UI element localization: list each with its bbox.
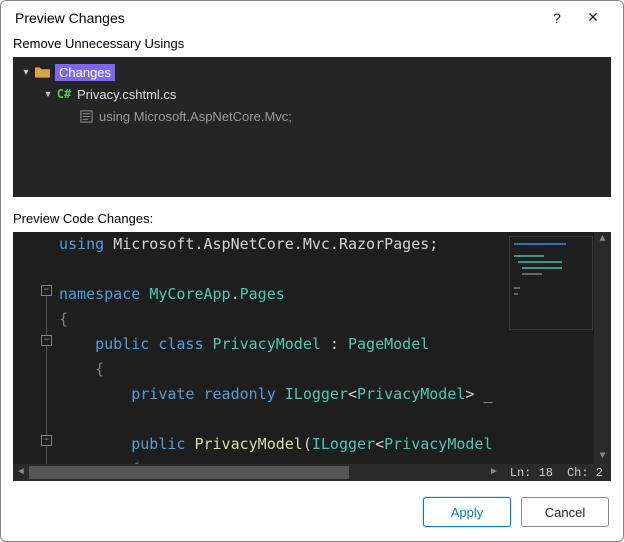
fold-toggle[interactable]: − (41, 335, 52, 346)
dialog-footer: Apply Cancel (1, 487, 623, 541)
dialog-title: Preview Changes (15, 10, 539, 26)
tree-root-label: Changes (51, 65, 115, 80)
code-text: using Microsoft.AspNetCore.Mvc.RazorPage… (59, 232, 493, 464)
folder-icon (33, 66, 51, 78)
bottom-bar: ◄ ► Ln: 18 Ch: 2 (13, 464, 611, 481)
csharp-file-icon: C# (55, 87, 73, 101)
titlebar: Preview Changes ? ✕ (1, 1, 623, 32)
code-body[interactable]: − − − using Microsoft.AspNetCore.Mvc.Raz… (13, 232, 611, 464)
tree-root-changes[interactable]: ▾ Changes (13, 61, 611, 83)
scroll-left-icon[interactable]: ◄ (13, 467, 29, 478)
expand-icon[interactable]: ▾ (19, 67, 33, 78)
cancel-button[interactable]: Cancel (521, 497, 609, 527)
changes-tree: ▾ Changes ▾ C# Privacy.cshtml.cs using M… (13, 57, 611, 197)
tree-section-label: Remove Unnecessary Usings (1, 32, 623, 57)
tree-change-node[interactable]: using Microsoft.AspNetCore.Mvc; (13, 105, 611, 127)
vertical-scrollbar[interactable]: ▲ ▼ (594, 232, 611, 464)
tree-file-node[interactable]: ▾ C# Privacy.cshtml.cs (13, 83, 611, 105)
tree-change-label: using Microsoft.AspNetCore.Mvc; (95, 109, 292, 124)
expand-icon[interactable]: ▾ (41, 89, 55, 100)
code-section-label: Preview Code Changes: (1, 207, 623, 232)
status-line: Ln: 18 (510, 466, 553, 480)
apply-button[interactable]: Apply (423, 497, 511, 527)
help-button[interactable]: ? (539, 10, 575, 26)
status-col: Ch: 2 (567, 466, 603, 480)
horizontal-scrollbar[interactable] (29, 464, 486, 481)
scroll-right-icon[interactable]: ► (486, 467, 502, 478)
close-button[interactable]: ✕ (575, 9, 611, 26)
editor-status: Ln: 18 Ch: 2 (502, 464, 611, 481)
fold-toggle[interactable]: − (41, 435, 52, 446)
minimap[interactable] (509, 236, 593, 330)
fold-toggle[interactable]: − (41, 285, 52, 296)
scroll-thumb[interactable] (29, 466, 349, 479)
code-preview: − − − using Microsoft.AspNetCore.Mvc.Raz… (13, 232, 611, 481)
tree-file-label: Privacy.cshtml.cs (73, 87, 176, 102)
scroll-up-icon[interactable]: ▲ (599, 232, 605, 247)
document-icon (77, 110, 95, 123)
scroll-down-icon[interactable]: ▼ (599, 449, 605, 464)
